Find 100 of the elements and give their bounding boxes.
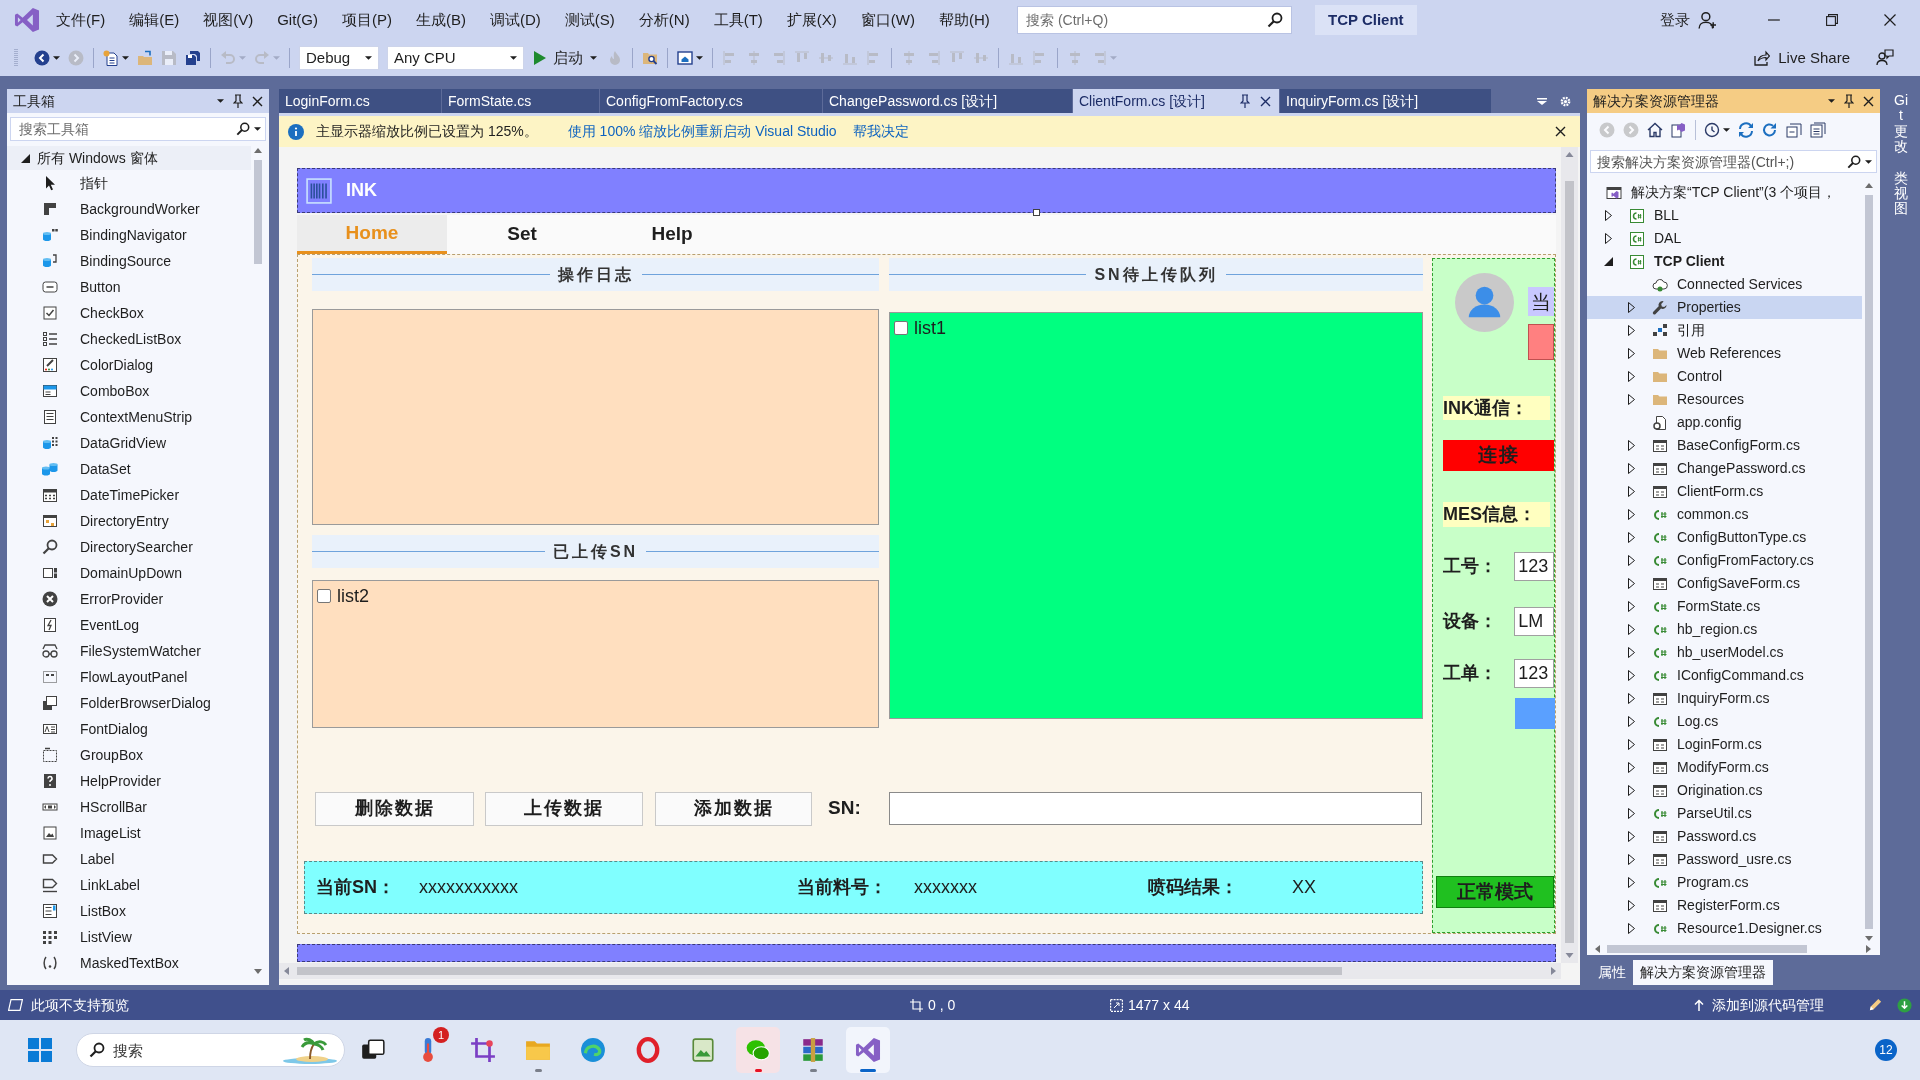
arrow-right-icon[interactable] xyxy=(1627,831,1635,842)
tree-item[interactable]: hb_userModel.cs xyxy=(1587,641,1862,664)
tab-list-icon[interactable] xyxy=(1537,97,1547,105)
tree-item[interactable]: Log.cs xyxy=(1587,710,1862,733)
close-icon[interactable] xyxy=(1884,14,1896,26)
tree-item[interactable]: RegisterForm.cs xyxy=(1587,894,1862,917)
caret-icon[interactable] xyxy=(217,99,224,103)
open-folder-icon[interactable] xyxy=(137,50,153,66)
toolbox-item[interactable]: DateTimePicker xyxy=(7,482,251,508)
menu-item[interactable]: 测试(S) xyxy=(554,7,625,33)
download-icon[interactable] xyxy=(1897,997,1912,1013)
tree-item[interactable]: ModifyForm.cs xyxy=(1587,756,1862,779)
toolbox-item[interactable]: EventLog xyxy=(7,612,251,638)
tree-item[interactable]: BaseConfigForm.cs xyxy=(1587,434,1862,457)
document-tab[interactable]: LoginForm.cs xyxy=(279,89,441,113)
save-all-icon[interactable] xyxy=(185,50,201,66)
tree-item[interactable]: Password_usre.cs xyxy=(1587,848,1862,871)
tree-item[interactable]: ConfigFromFactory.cs xyxy=(1587,549,1862,572)
arrow-right-icon[interactable] xyxy=(1627,578,1635,589)
link[interactable]: 帮我决定 xyxy=(852,121,909,142)
toolbox-item[interactable]: ImageList xyxy=(7,820,251,846)
toolbox-item[interactable]: GroupBox xyxy=(7,742,251,768)
tree-item[interactable]: hb_region.cs xyxy=(1587,618,1862,641)
tree-item[interactable]: ClientForm.cs xyxy=(1587,480,1862,503)
checkbox[interactable] xyxy=(894,321,908,335)
search-input[interactable]: 搜索 (Ctrl+Q) xyxy=(1026,7,1263,33)
clock-icon[interactable] xyxy=(1704,122,1720,138)
chat-bubbles-icon[interactable] xyxy=(745,1037,771,1063)
arrow-right-icon[interactable] xyxy=(1627,348,1635,359)
pin-icon[interactable] xyxy=(1844,94,1854,108)
toolbox-item[interactable]: DataGridView xyxy=(7,430,251,456)
arrow-right-icon[interactable] xyxy=(1604,210,1612,221)
menu-item[interactable]: 编辑(E) xyxy=(119,7,190,33)
tree-item[interactable]: Web References xyxy=(1587,342,1862,365)
arrow-right-icon[interactable] xyxy=(1627,555,1635,566)
menu-item[interactable]: 帮助(H) xyxy=(928,7,1000,33)
arrow-right-icon[interactable] xyxy=(1627,394,1635,405)
settings-icon[interactable] xyxy=(1559,94,1572,108)
pin-icon[interactable] xyxy=(233,94,243,108)
tree-item[interactable]: ConfigSaveForm.cs xyxy=(1587,572,1862,595)
toolbox-item[interactable]: BackgroundWorker xyxy=(7,196,251,222)
toolbox-item[interactable]: DirectorySearcher xyxy=(7,534,251,560)
toolbox-item[interactable]: ListView xyxy=(7,924,251,950)
arrow-right-icon[interactable] xyxy=(1627,532,1635,543)
panel-tab[interactable]: 解决方案资源管理器 xyxy=(1633,960,1773,985)
horizontal-scrollbar[interactable] xyxy=(1593,943,1873,955)
tree-item[interactable]: LoginForm.cs xyxy=(1587,733,1862,756)
caret-icon[interactable] xyxy=(510,56,517,60)
window-switch-icon[interactable] xyxy=(1671,122,1687,138)
arrow-right-icon[interactable] xyxy=(1627,601,1635,612)
arrow-right-icon[interactable] xyxy=(1627,808,1635,819)
toolbox-item[interactable]: BindingNavigator xyxy=(7,222,251,248)
close-icon[interactable] xyxy=(1260,95,1271,107)
tree-item[interactable]: ParseUtil.cs xyxy=(1587,802,1862,825)
arrow-right-icon[interactable] xyxy=(1627,785,1635,796)
tree-item[interactable]: 引用 xyxy=(1587,319,1862,342)
pages-icon[interactable] xyxy=(1810,122,1826,138)
feedback-icon[interactable] xyxy=(1876,49,1894,67)
close-icon[interactable] xyxy=(1555,126,1566,137)
vertical-scrollbar[interactable] xyxy=(252,146,264,976)
pencil-icon[interactable] xyxy=(1868,997,1883,1013)
menu-item[interactable]: 扩展(X) xyxy=(776,7,847,33)
share-icon[interactable] xyxy=(1754,50,1771,66)
ring-icon[interactable] xyxy=(635,1037,661,1063)
caret-icon[interactable] xyxy=(365,56,372,60)
dropdown[interactable]: Any CPU xyxy=(387,46,524,70)
search-input[interactable]: 搜索解决方案资源管理器(Ctrl+;) xyxy=(1597,151,1843,172)
live-share-button[interactable]: Live Share xyxy=(1754,46,1850,70)
arrow-right-icon[interactable] xyxy=(1627,647,1635,658)
swirl-icon[interactable] xyxy=(580,1037,606,1063)
toolbar-grip-icon[interactable] xyxy=(14,49,18,67)
action-button[interactable]: 添加数据 xyxy=(655,791,812,826)
search-box[interactable]: 搜索解决方案资源管理器(Ctrl+;) xyxy=(1590,150,1877,173)
toolbox-item[interactable]: DirectoryEntry xyxy=(7,508,251,534)
home-icon[interactable] xyxy=(1647,122,1663,138)
arrow-right-icon[interactable] xyxy=(1627,716,1635,727)
start-button[interactable]: 启动 xyxy=(528,45,603,71)
side-tab[interactable]: Git 更改 xyxy=(1894,93,1908,155)
category-header[interactable]: 所有 Windows 窗体 xyxy=(7,146,251,170)
document-tab[interactable]: InquiryForm.cs [设计] xyxy=(1280,89,1491,113)
caret-icon[interactable] xyxy=(53,56,60,60)
tree-item[interactable]: Properties xyxy=(1587,296,1862,319)
arrow-right-icon[interactable] xyxy=(1604,233,1612,244)
menu-item[interactable]: 项目(P) xyxy=(332,7,402,33)
toolbox-item[interactable]: DomainUpDown xyxy=(7,560,251,586)
tree-item[interactable]: app.config xyxy=(1587,411,1862,434)
folder-search-icon[interactable] xyxy=(642,50,658,66)
sign-in-link[interactable]: 登录 xyxy=(1660,8,1690,32)
arrow-right-icon[interactable] xyxy=(1627,739,1635,750)
toolbox-item[interactable]: Button xyxy=(7,274,251,300)
account-icon[interactable] xyxy=(1698,11,1716,29)
tree-item[interactable]: Resource1.Designer.cs xyxy=(1587,917,1862,940)
search-box[interactable]: 搜索 xyxy=(76,1033,345,1067)
caret-icon[interactable] xyxy=(1723,128,1730,132)
toolbox-item[interactable]: ComboBox xyxy=(7,378,251,404)
picture-icon[interactable] xyxy=(690,1037,716,1063)
arrow-down-icon[interactable] xyxy=(1603,257,1613,266)
tree-item[interactable]: Control xyxy=(1587,365,1862,388)
notification-count[interactable]: 12 xyxy=(1875,1039,1897,1061)
document-tab[interactable]: ChangePassword.cs [设计] xyxy=(823,89,1072,113)
